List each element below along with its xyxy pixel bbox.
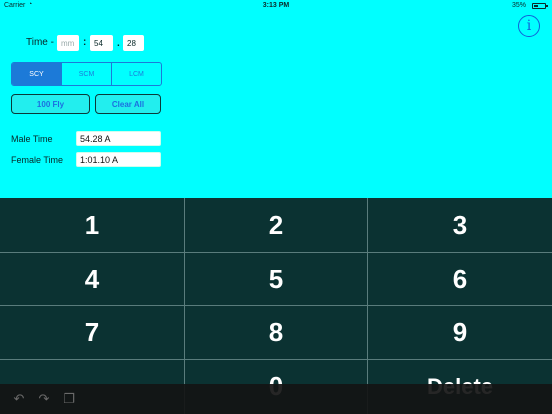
battery-icon xyxy=(532,3,548,9)
status-bar: Carrier ◔ 3:13 PM 35% xyxy=(0,0,552,12)
key-4[interactable]: 4 xyxy=(0,253,184,305)
course-option-lcm[interactable]: LCM xyxy=(111,63,161,85)
key-8[interactable]: 8 xyxy=(185,306,367,359)
clear-all-button[interactable]: Clear All xyxy=(95,94,161,114)
keypad: 1 2 3 4 5 6 7 8 9 0 Delete xyxy=(0,198,552,414)
undo-icon[interactable]: ↶ xyxy=(12,392,26,406)
clock: 3:13 PM xyxy=(262,2,290,9)
redo-icon[interactable]: ↷ xyxy=(37,392,51,406)
time-label: Time - xyxy=(26,37,54,48)
key-3[interactable]: 3 xyxy=(368,198,552,252)
key-6[interactable]: 6 xyxy=(368,253,552,305)
hundredths-input[interactable] xyxy=(123,35,144,51)
shortcut-toolbar: ↶ ↷ ❐ xyxy=(0,384,552,414)
dot-separator: . xyxy=(117,38,120,49)
male-time-value: 54.28 A xyxy=(76,131,161,146)
course-option-scy[interactable]: SCY xyxy=(12,63,61,85)
event-button[interactable]: 100 Fly xyxy=(11,94,90,114)
key-2[interactable]: 2 xyxy=(185,198,367,252)
colon-separator: : xyxy=(83,37,87,48)
course-selector: SCY SCM LCM xyxy=(11,62,162,86)
female-time-value: 1:01.10 A xyxy=(76,152,161,167)
key-7[interactable]: 7 xyxy=(0,306,184,359)
minutes-input[interactable] xyxy=(57,35,79,51)
seconds-input[interactable] xyxy=(90,35,113,51)
key-5[interactable]: 5 xyxy=(185,253,367,305)
battery-percent: 35% xyxy=(511,2,526,9)
male-time-label: Male Time xyxy=(11,134,53,144)
paste-icon[interactable]: ❐ xyxy=(62,392,76,406)
female-time-label: Female Time xyxy=(11,155,64,165)
key-1[interactable]: 1 xyxy=(0,198,184,252)
info-icon[interactable]: i xyxy=(518,15,540,37)
key-9[interactable]: 9 xyxy=(368,306,552,359)
course-option-scm[interactable]: SCM xyxy=(61,63,111,85)
